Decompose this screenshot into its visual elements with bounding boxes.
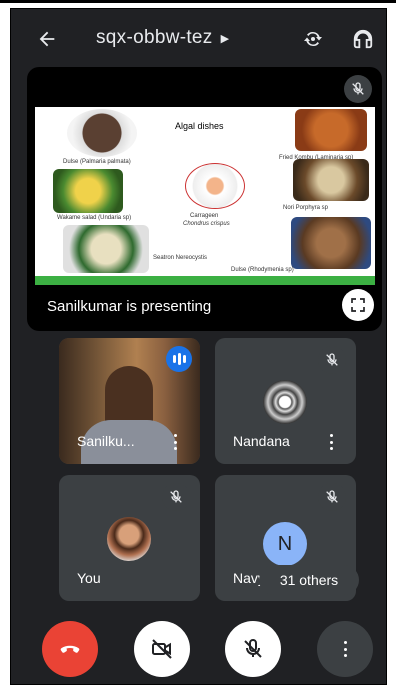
person-silhouette xyxy=(105,366,153,428)
shared-slide: Algal dishes Dulse (Palmaria palmata) Fr… xyxy=(35,107,375,285)
participant-avatar xyxy=(263,380,307,424)
end-call-button[interactable] xyxy=(42,621,98,677)
wakame-salad-photo xyxy=(53,169,123,213)
headphones-icon xyxy=(353,29,373,49)
camera-toggle-button[interactable] xyxy=(134,621,190,677)
participant-avatar xyxy=(107,517,151,561)
participant-tile-you[interactable]: You xyxy=(59,475,200,601)
more-vertical-icon xyxy=(340,641,350,657)
participant-tile-sanilkumar[interactable]: Sanilku... xyxy=(59,338,200,464)
speaking-indicator-icon xyxy=(166,346,192,372)
participant-name: Sanilku... xyxy=(77,433,135,449)
participant-mic-status xyxy=(318,483,346,511)
mic-off-icon xyxy=(326,490,338,503)
phone-hangup-icon xyxy=(60,645,80,653)
caption-dulse: Dulse (Palmaria palmata) xyxy=(63,159,131,165)
slide-footer-bar xyxy=(35,276,375,285)
more-options-button[interactable] xyxy=(326,434,336,450)
more-options-button[interactable] xyxy=(170,434,180,450)
switch-camera-button[interactable] xyxy=(297,23,329,55)
participant-name: You xyxy=(77,570,101,586)
mic-off-icon xyxy=(244,638,262,658)
audio-output-button[interactable] xyxy=(347,23,379,55)
mic-off-icon xyxy=(170,490,182,503)
caret-right-icon: ▶ xyxy=(220,32,230,45)
caption-rhodymenia: Dulse (Rhodymenia sp) xyxy=(231,267,294,273)
fullscreen-icon xyxy=(351,298,365,312)
nori-photo xyxy=(293,159,369,201)
fullscreen-button[interactable] xyxy=(342,289,374,321)
participant-mic-status xyxy=(318,346,346,374)
caption-wakame: Wakame salad (Undaria sp) xyxy=(57,215,132,221)
rhodymenia-photo xyxy=(291,217,371,269)
dulse-photo xyxy=(67,109,137,157)
camera-off-icon xyxy=(152,639,172,659)
mic-toggle-button[interactable] xyxy=(225,621,281,677)
more-options-button[interactable] xyxy=(317,621,373,677)
mic-off-icon xyxy=(326,353,338,366)
participant-mic-status xyxy=(162,483,190,511)
others-count-chip[interactable]: 31 others xyxy=(259,565,359,595)
header: sqx-obbw-tez ▶ xyxy=(11,9,386,69)
fried-kombu-photo xyxy=(295,109,367,151)
seatron-photo xyxy=(63,225,149,273)
presentation-tile[interactable]: Algal dishes Dulse (Palmaria palmata) Fr… xyxy=(27,67,382,331)
carrageen-photo xyxy=(185,163,245,209)
caption-seatron: Seatron Nereocystis xyxy=(153,255,208,261)
caption-nori: Nori Porphyra sp xyxy=(283,205,329,211)
caption-carrageen: Carrageen xyxy=(190,213,219,219)
mic-off-icon xyxy=(352,82,364,95)
presentation-mic-status xyxy=(344,75,372,103)
participant-tile-nandana[interactable]: Nandana xyxy=(215,338,356,464)
presenter-label: Sanilkumar is presenting xyxy=(47,298,212,315)
slide-heading: Algal dishes xyxy=(175,121,224,131)
back-button[interactable] xyxy=(31,23,63,55)
arrow-left-icon xyxy=(39,31,55,47)
caption-chondrus: Chondrus crispus xyxy=(183,221,230,227)
participant-name: Nandana xyxy=(233,433,290,449)
meeting-code: sqx-obbw-tez xyxy=(96,27,213,48)
meeting-title[interactable]: sqx-obbw-tez ▶ xyxy=(96,27,229,49)
switch-camera-icon xyxy=(304,31,322,47)
meet-screen: sqx-obbw-tez ▶ Algal dishes Dulse (Palma… xyxy=(10,8,387,685)
top-border xyxy=(0,0,396,3)
participant-avatar: N xyxy=(263,522,307,566)
